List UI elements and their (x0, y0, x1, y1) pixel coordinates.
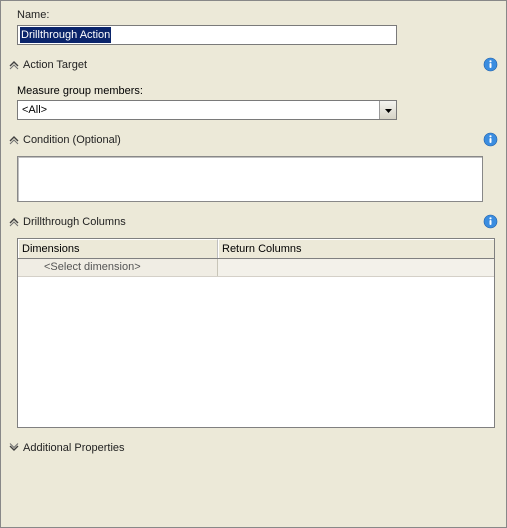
return-cell[interactable] (218, 259, 494, 276)
section-head-additional[interactable]: Additional Properties (1, 438, 506, 458)
section-head-action-target[interactable]: Action Target (1, 55, 506, 75)
table-row[interactable]: <Select dimension> (18, 259, 494, 277)
section-title-action-target: Action Target (23, 59, 87, 71)
section-head-drillthrough[interactable]: Drillthrough Columns (1, 212, 506, 232)
dimension-cell-placeholder[interactable]: <Select dimension> (18, 259, 218, 276)
grid-col-return[interactable]: Return Columns (218, 239, 494, 258)
name-label: Name: (17, 9, 496, 21)
name-input-selection: Drillthrough Action (20, 27, 111, 43)
chevron-up-icon[interactable] (7, 215, 21, 229)
action-editor-panel: Name: Drillthrough Action Action Target … (0, 0, 507, 528)
chevron-down-icon[interactable] (7, 441, 21, 455)
section-title-condition: Condition (Optional) (23, 134, 121, 146)
name-input[interactable]: Drillthrough Action (17, 25, 397, 45)
info-icon[interactable] (483, 57, 498, 72)
measure-group-combo[interactable]: <All> (17, 100, 397, 120)
chevron-up-icon[interactable] (7, 58, 21, 72)
measure-group-label: Measure group members: (17, 85, 494, 97)
info-icon[interactable] (483, 132, 498, 147)
measure-group-value: <All> (18, 101, 379, 119)
drillthrough-grid[interactable]: Dimensions Return Columns <Select dimens… (17, 238, 495, 428)
section-title-additional: Additional Properties (23, 442, 125, 454)
chevron-up-icon[interactable] (7, 133, 21, 147)
info-icon[interactable] (483, 214, 498, 229)
condition-textarea[interactable] (17, 156, 483, 202)
section-head-condition[interactable]: Condition (Optional) (1, 130, 506, 150)
grid-header: Dimensions Return Columns (18, 239, 494, 259)
dropdown-arrow-icon[interactable] (379, 101, 396, 119)
grid-empty-area (18, 277, 494, 427)
grid-col-dimensions[interactable]: Dimensions (18, 239, 218, 258)
section-title-drillthrough: Drillthrough Columns (23, 216, 126, 228)
